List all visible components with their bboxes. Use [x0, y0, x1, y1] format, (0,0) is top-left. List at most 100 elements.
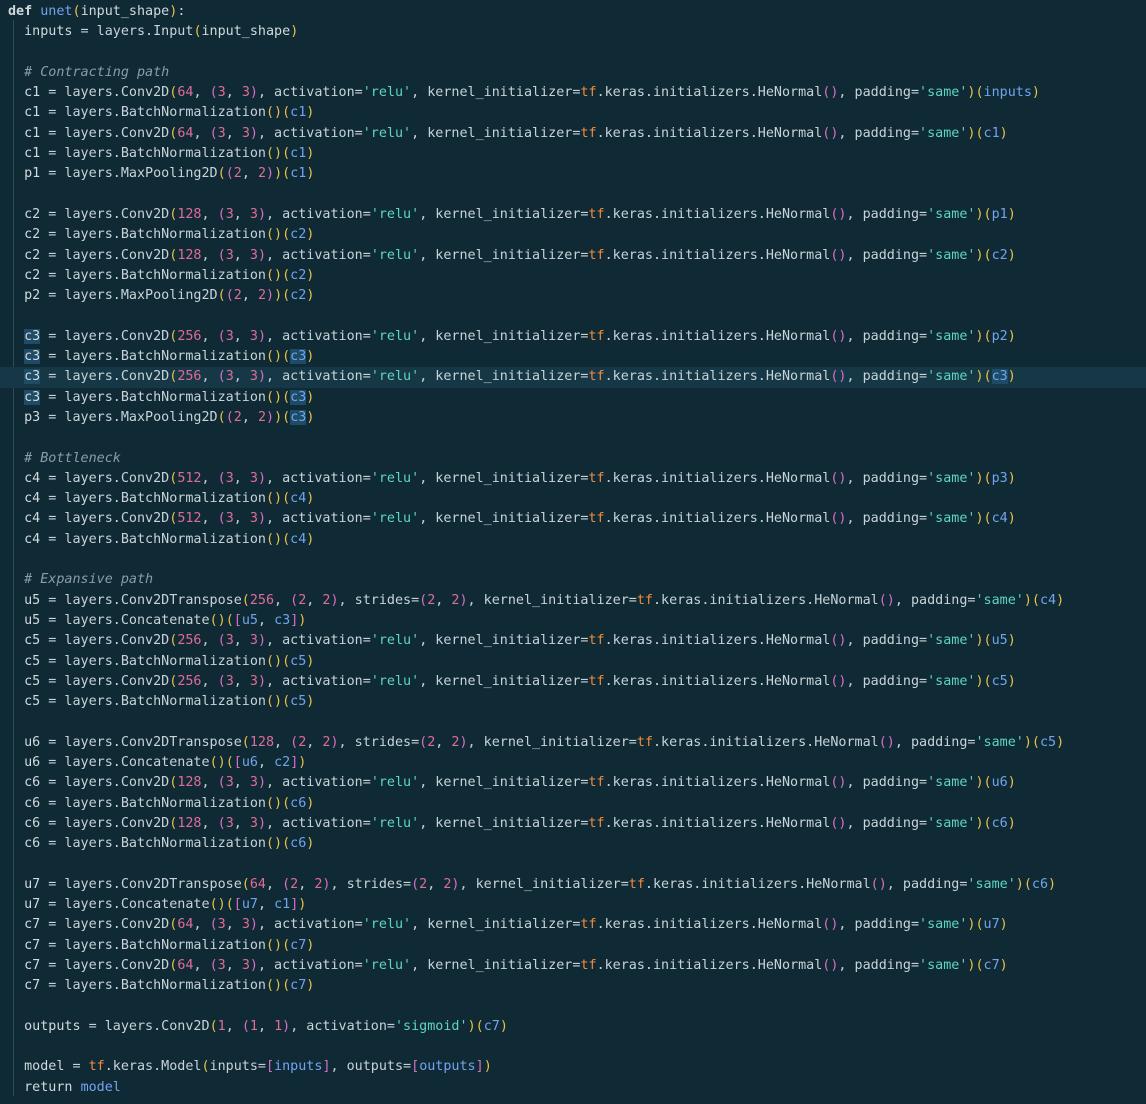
code-line[interactable]: # Contracting path: [0, 63, 1146, 83]
code-line[interactable]: [0, 306, 1146, 326]
code-line[interactable]: c4 = layers.BatchNormalization()(c4): [0, 530, 1146, 550]
code-token: = layers.Conv2D: [40, 470, 170, 486]
code-line[interactable]: [0, 712, 1146, 732]
code-line[interactable]: u5 = layers.Conv2DTranspose(256, (2, 2),…: [0, 591, 1146, 611]
code-token: ): [975, 815, 984, 831]
code-line[interactable]: c5 = layers.BatchNormalization()(c5): [0, 652, 1146, 672]
code-line[interactable]: c3 = layers.Conv2D(256, (3, 3), activati…: [0, 327, 1146, 347]
code-line[interactable]: c2 = layers.BatchNormalization()(c2): [0, 266, 1146, 286]
code-token: ): [282, 1018, 291, 1034]
code-line[interactable]: [0, 854, 1146, 874]
code-token: , activation=: [266, 673, 371, 689]
code-token: 1: [217, 1018, 226, 1034]
code-line[interactable]: c2 = layers.Conv2D(128, (3, 3), activati…: [0, 246, 1146, 266]
code-line[interactable]: inputs = layers.Input(input_shape): [0, 22, 1146, 42]
code-line[interactable]: p1 = layers.MaxPooling2D((2, 2))(c1): [0, 164, 1146, 184]
code-token: , kernel_initializer=: [419, 369, 589, 385]
code-token: ): [1023, 592, 1032, 608]
code-line[interactable]: u6 = layers.Conv2DTranspose(128, (2, 2),…: [0, 733, 1146, 753]
code-token: u7: [24, 876, 41, 892]
code-line[interactable]: c7 = layers.Conv2D(64, (3, 3), activatio…: [0, 915, 1146, 935]
code-token: 3: [225, 815, 234, 831]
code-token: (: [209, 85, 218, 101]
code-line[interactable]: c6 = layers.Conv2D(128, (3, 3), activati…: [0, 814, 1146, 834]
code-token: , activation=: [266, 633, 371, 649]
code-line[interactable]: c5 = layers.Conv2D(256, (3, 3), activati…: [0, 672, 1146, 692]
code-line[interactable]: c7 = layers.Conv2D(64, (3, 3), activatio…: [0, 956, 1146, 976]
code-line[interactable]: outputs = layers.Conv2D(1, (1, 1), activ…: [0, 1017, 1146, 1037]
code-token: (: [217, 815, 226, 831]
code-line[interactable]: c4 = layers.BatchNormalization()(c4): [0, 489, 1146, 509]
code-line[interactable]: c6 = layers.BatchNormalization()(c6): [0, 794, 1146, 814]
code-line[interactable]: # Bottleneck: [0, 449, 1146, 469]
code-line[interactable]: c4 = layers.Conv2D(512, (3, 3), activati…: [0, 509, 1146, 529]
code-token: [: [233, 897, 242, 913]
code-token: ): [274, 166, 283, 182]
code-line[interactable]: u6 = layers.Concatenate()([u6, c2]): [0, 753, 1146, 773]
code-line[interactable]: model = tf.keras.Model(inputs=[inputs], …: [0, 1057, 1146, 1077]
code-token: , kernel_initializer=: [411, 85, 581, 101]
code-editor[interactable]: def unet(input_shape): inputs = layers.I…: [0, 0, 1146, 1104]
code-line[interactable]: p3 = layers.MaxPooling2D((2, 2))(c3): [0, 408, 1146, 428]
code-line[interactable]: c7 = layers.BatchNormalization()(c7): [0, 976, 1146, 996]
code-line[interactable]: c1 = layers.Conv2D(64, (3, 3), activatio…: [0, 83, 1146, 103]
code-line[interactable]: c5 = layers.Conv2D(256, (3, 3), activati…: [0, 631, 1146, 651]
code-token: ): [1015, 876, 1024, 892]
code-line[interactable]: [0, 997, 1146, 1017]
code-line[interactable]: [0, 43, 1146, 63]
code-line[interactable]: [0, 185, 1146, 205]
code-token: 256: [177, 369, 202, 385]
code-token: 'relu': [370, 328, 420, 344]
code-token: , activation=: [266, 775, 371, 791]
code-area[interactable]: def unet(input_shape): inputs = layers.I…: [0, 2, 1146, 1098]
code-line[interactable]: return model: [0, 1078, 1146, 1098]
code-token: , strides=: [338, 592, 420, 608]
code-line[interactable]: c3 = layers.BatchNormalization()(c3): [0, 347, 1146, 367]
code-line[interactable]: c1 = layers.BatchNormalization()(c1): [0, 103, 1146, 123]
code-line[interactable]: [0, 550, 1146, 570]
code-token: ,: [257, 612, 275, 628]
code-token: 128: [177, 775, 202, 791]
code-line[interactable]: c2 = layers.BatchNormalization()(c2): [0, 225, 1146, 245]
code-line[interactable]: # Expansive path: [0, 570, 1146, 590]
code-token: 256: [177, 328, 202, 344]
code-token: ): [249, 917, 258, 933]
code-token: , activation=: [266, 470, 371, 486]
code-token: (: [217, 206, 226, 222]
code-token: ,: [225, 85, 242, 101]
code-line[interactable]: c7 = layers.BatchNormalization()(c7): [0, 936, 1146, 956]
code-token: ,: [233, 369, 250, 385]
code-token: ,: [233, 247, 250, 263]
code-line[interactable]: u7 = layers.Conv2DTranspose(64, (2, 2), …: [0, 875, 1146, 895]
code-line[interactable]: c5 = layers.BatchNormalization()(c5): [0, 692, 1146, 712]
code-token: (: [975, 125, 984, 141]
code-line[interactable]: u5 = layers.Concatenate()([u5, c3]): [0, 611, 1146, 631]
code-line[interactable]: c1 = layers.BatchNormalization()(c1): [0, 144, 1146, 164]
code-line[interactable]: [0, 1037, 1146, 1057]
code-line[interactable]: c1 = layers.Conv2D(64, (3, 3), activatio…: [0, 124, 1146, 144]
code-line[interactable]: c6 = layers.Conv2D(128, (3, 3), activati…: [0, 773, 1146, 793]
code-token: c2: [24, 227, 41, 243]
code-line[interactable]: c6 = layers.BatchNormalization()(c6): [0, 834, 1146, 854]
code-line[interactable]: p2 = layers.MaxPooling2D((2, 2))(c2): [0, 286, 1146, 306]
code-line[interactable]: u7 = layers.Concatenate()([u7, c1]): [0, 895, 1146, 915]
code-line[interactable]: c3 = layers.Conv2D(256, (3, 3), activati…: [0, 367, 1146, 388]
code-line[interactable]: def unet(input_shape):: [0, 2, 1146, 22]
code-line[interactable]: c4 = layers.Conv2D(512, (3, 3), activati…: [0, 469, 1146, 489]
code-line[interactable]: c2 = layers.Conv2D(128, (3, 3), activati…: [0, 205, 1146, 225]
code-token: c5: [991, 673, 1008, 689]
code-token: (: [241, 734, 250, 750]
code-token: ,: [241, 166, 258, 182]
code-token: = layers.BatchNormalization: [40, 146, 266, 162]
code-line[interactable]: [0, 428, 1146, 448]
code-token: = layers.Conv2D: [40, 815, 170, 831]
code-token: 3: [225, 369, 234, 385]
code-token: ,: [306, 592, 323, 608]
code-line[interactable]: c3 = layers.BatchNormalization()(c3): [0, 388, 1146, 408]
code-token: 'same': [927, 775, 976, 791]
